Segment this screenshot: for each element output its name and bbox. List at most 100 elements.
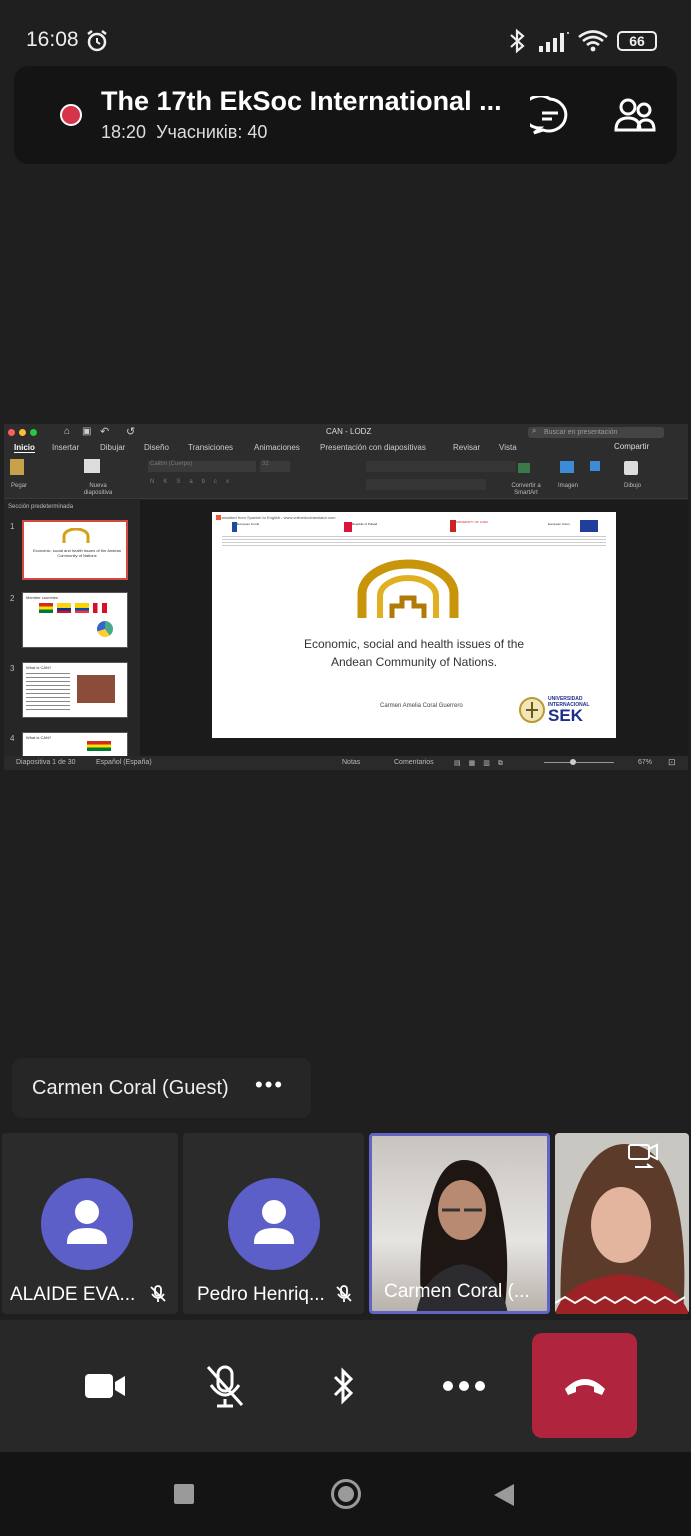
home-icon[interactable]: ⌂ xyxy=(64,426,70,437)
mic-off-icon xyxy=(206,1365,244,1408)
more-icon xyxy=(443,1381,485,1391)
paste-label: Pegar xyxy=(11,483,28,489)
recording-indicator xyxy=(60,104,82,126)
font-size-select[interactable]: 32 xyxy=(260,461,290,472)
slide-thumbnail-4[interactable]: What is CAN? xyxy=(22,732,128,756)
active-speaker-chip[interactable]: Carmen Coral (Guest) ••• xyxy=(12,1058,311,1118)
maximize-window-dot[interactable] xyxy=(30,429,37,436)
thumb-photo xyxy=(77,675,115,703)
participant-name: ALAIDE EVA... xyxy=(10,1284,136,1305)
tab-transiciones[interactable]: Transiciones xyxy=(188,443,233,452)
bluetooth-icon xyxy=(510,28,525,54)
tab-diseno[interactable]: Diseño xyxy=(144,443,169,452)
shared-screen: ⌂ ▣ ↶ ↺ CAN - LODZ Buscar en presentació… xyxy=(4,424,688,770)
translate-icon xyxy=(216,515,221,520)
hang-up-button[interactable] xyxy=(532,1333,637,1438)
new-slide-label: Nueva diapositiva xyxy=(83,483,113,496)
slide-thumbnail-2[interactable]: Member countries xyxy=(22,592,128,648)
smartart-icon[interactable] xyxy=(518,463,530,473)
more-actions-button[interactable] xyxy=(432,1354,496,1418)
align-controls[interactable] xyxy=(366,479,486,490)
draw-icon[interactable] xyxy=(624,461,638,475)
call-controls xyxy=(0,1320,691,1452)
meeting-title[interactable]: The 17th EkSoc International ... xyxy=(101,86,521,117)
univ-label-sek: SEK xyxy=(548,706,583,725)
participant-count: Учасників: 40 xyxy=(156,122,268,142)
eu-flag-icon xyxy=(580,520,598,532)
close-window-dot[interactable] xyxy=(8,429,15,436)
save-icon[interactable]: ▣ xyxy=(82,426,91,437)
more-options-icon[interactable]: ••• xyxy=(255,1072,284,1098)
participants-icon[interactable] xyxy=(614,96,656,136)
tab-presentacion[interactable]: Presentación con diapositivas xyxy=(320,443,426,452)
thumb-number: 2 xyxy=(10,594,15,603)
smartart-label: Convertir a SmartArt xyxy=(511,483,541,496)
comments-button[interactable]: Comentarios xyxy=(382,759,442,766)
self-video-tile[interactable] xyxy=(555,1133,689,1314)
participant-tile[interactable]: Pedro Henriq... xyxy=(183,1133,364,1314)
participant-tile[interactable]: ALAIDE EVA... xyxy=(2,1133,178,1314)
tab-dibujar[interactable]: Dibujar xyxy=(100,443,125,452)
font-select[interactable]: Calibri (Cuerpo) xyxy=(148,461,256,472)
chat-icon[interactable] xyxy=(530,96,570,136)
thumb-number: 1 xyxy=(10,522,15,531)
language-status[interactable]: Español (España) xyxy=(96,759,152,766)
zoom-level[interactable]: 67% xyxy=(638,759,652,766)
tab-vista[interactable]: Vista xyxy=(499,443,517,452)
undo-icon[interactable]: ↶ xyxy=(100,425,109,438)
fit-slide-icon[interactable]: ⊡ xyxy=(668,757,676,768)
flag-icon xyxy=(87,741,111,751)
university-seal-icon xyxy=(519,697,545,723)
slide-thumbnail-3[interactable]: What is CAN? xyxy=(22,662,128,718)
share-button[interactable]: Compartir xyxy=(614,442,649,451)
hang-up-icon xyxy=(565,1379,605,1395)
avatar xyxy=(228,1178,320,1270)
tab-revisar[interactable]: Revisar xyxy=(453,443,480,452)
audio-device-button[interactable] xyxy=(312,1354,376,1418)
participant-name: Pedro Henriq... xyxy=(197,1284,325,1305)
camera-button[interactable] xyxy=(73,1354,137,1418)
zoom-slider[interactable] xyxy=(544,762,614,763)
switch-camera-icon[interactable] xyxy=(627,1141,659,1171)
tab-insertar[interactable]: Insertar xyxy=(52,443,79,452)
draw-label: Dibujo xyxy=(624,483,642,489)
thumb-number: 3 xyxy=(10,664,15,673)
flag-icon xyxy=(93,603,107,613)
mute-button[interactable] xyxy=(193,1354,257,1418)
paragraph-controls[interactable] xyxy=(366,461,516,472)
zoom-slider-thumb[interactable] xyxy=(570,759,576,765)
shapes-icon[interactable] xyxy=(590,461,600,471)
tab-animaciones[interactable]: Animaciones xyxy=(254,443,300,452)
format-buttons[interactable]: NKSabcx xyxy=(150,479,238,485)
view-buttons[interactable]: ▤▦▥⧉ xyxy=(454,759,511,768)
battery-icon: 66 xyxy=(617,31,657,51)
logo-republic-poland: Republic of Poland xyxy=(344,522,384,532)
ppt-status-bar: Diapositiva 1 de 30 Español (España) Not… xyxy=(4,756,688,770)
slide-title-line2: Andean Community of Nations. xyxy=(330,655,498,669)
new-slide-icon[interactable] xyxy=(84,459,100,473)
thumbnail-panel: Sección predeterminada 1 Economic, socia… xyxy=(4,500,140,756)
current-slide[interactable]: Translated from Spanish to English - www… xyxy=(212,512,616,738)
thumb-number: 4 xyxy=(10,734,15,743)
muted-mic-icon xyxy=(150,1285,166,1302)
back-icon[interactable] xyxy=(492,1482,516,1508)
avatar xyxy=(41,1178,133,1270)
slide-thumbnail-1[interactable]: Economic, social and health issues of th… xyxy=(22,520,128,580)
ribbon: Pegar Nueva diapositiva Calibri (Cuerpo)… xyxy=(4,455,688,499)
paste-icon[interactable] xyxy=(10,459,24,475)
tab-inicio[interactable]: Inicio xyxy=(14,443,35,453)
fine-print xyxy=(222,536,606,546)
home-button-icon[interactable] xyxy=(331,1479,361,1509)
participant-video-tile[interactable]: Carmen Coral (... xyxy=(369,1133,550,1314)
minimize-window-dot[interactable] xyxy=(19,429,26,436)
clock: 16:08 xyxy=(26,28,79,51)
redo-icon[interactable]: ↺ xyxy=(126,425,135,438)
image-icon[interactable] xyxy=(560,461,574,473)
speaker-name: Carmen Coral (Guest) xyxy=(32,1077,229,1099)
thumb-text: What is CAN? xyxy=(26,665,52,670)
notes-button[interactable]: Notas xyxy=(342,759,360,766)
recent-apps-icon[interactable] xyxy=(174,1484,194,1504)
search-box[interactable]: Buscar en presentación xyxy=(528,427,664,438)
thumb-text-lines xyxy=(26,673,70,711)
can-logo-icon xyxy=(357,559,459,618)
